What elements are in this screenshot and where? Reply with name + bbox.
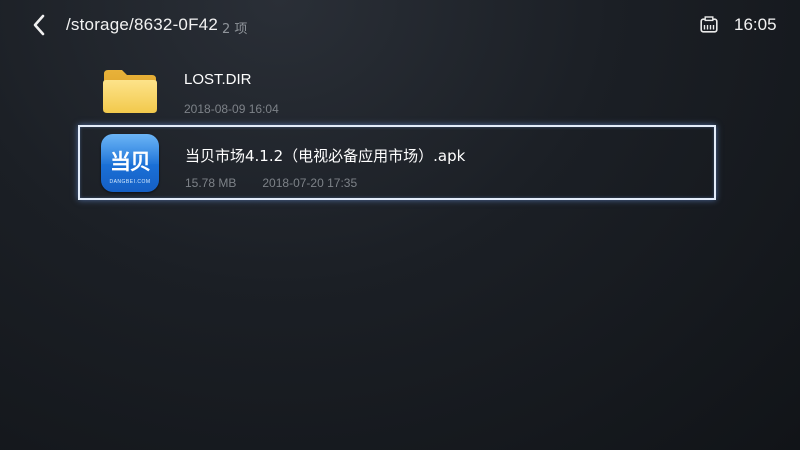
chevron-left-icon bbox=[33, 14, 45, 36]
dangbei-app-icon: 当贝 DANGBEI.COM bbox=[101, 134, 159, 192]
file-date: 2018-08-09 16:04 bbox=[184, 102, 279, 116]
folder-icon bbox=[103, 70, 157, 113]
list-item[interactable]: LOST.DIR 2018-08-09 16:04 bbox=[80, 52, 714, 125]
top-bar: /storage/8632-0F42 2 项 16:05 bbox=[0, 0, 800, 52]
file-meta: 2018-08-09 16:04 bbox=[184, 102, 279, 116]
file-date: 2018-07-20 17:35 bbox=[262, 176, 358, 190]
app-icon-tile: 当贝 DANGBEI.COM bbox=[101, 134, 159, 192]
list-item-selected[interactable]: 当贝 DANGBEI.COM 当贝市场4.1.2（电视必备应用市场）.apk 1… bbox=[78, 125, 716, 200]
back-button[interactable] bbox=[28, 12, 52, 38]
file-name: LOST.DIR bbox=[184, 71, 252, 88]
app-logo-subtext: DANGBEI.COM bbox=[109, 179, 151, 185]
current-path: /storage/8632-0F42 bbox=[66, 15, 218, 34]
app-logo-text: 当贝 bbox=[110, 150, 151, 174]
ethernet-icon bbox=[700, 16, 718, 33]
clock: 16:05 bbox=[734, 15, 777, 34]
file-size: 15.78 MB bbox=[185, 176, 237, 190]
file-name: 当贝市场4.1.2（电视必备应用市场）.apk bbox=[185, 147, 466, 165]
item-count: 2 项 bbox=[222, 22, 248, 37]
file-meta: 15.78 MB 2018-07-20 17:35 bbox=[185, 176, 357, 190]
